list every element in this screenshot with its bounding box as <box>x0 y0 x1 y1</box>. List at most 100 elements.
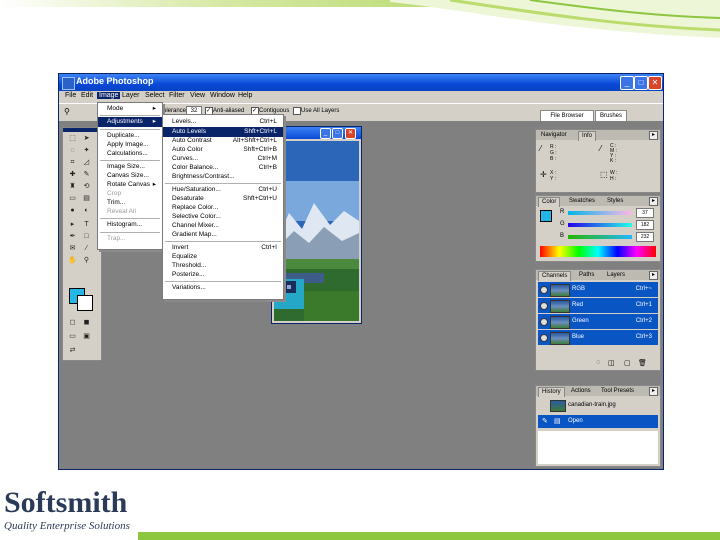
brush-tool-icon[interactable]: ✎ <box>81 170 92 180</box>
jump-to-imageready-icon[interactable]: ⇄ <box>67 346 78 356</box>
document-maximize-button[interactable]: □ <box>332 128 343 139</box>
maximize-button[interactable]: □ <box>634 76 648 90</box>
tab-paths[interactable]: Paths <box>576 271 597 280</box>
history-brush-source-icon[interactable]: ✎ <box>542 417 548 425</box>
standard-mode-icon[interactable]: ◻ <box>67 318 78 328</box>
move-tool-icon[interactable]: ➤ <box>81 134 92 144</box>
path-selection-tool-icon[interactable]: ▸ <box>67 220 78 230</box>
tab-tool-presets[interactable]: Tool Presets <box>598 387 637 396</box>
channel-row-green[interactable]: Green Ctrl+2 <box>538 314 658 329</box>
channels-panel-menu-icon[interactable]: ▸ <box>649 271 658 280</box>
menu-view[interactable]: View <box>188 92 207 99</box>
menu-item-gradient-map[interactable]: Gradient Map... <box>163 230 283 240</box>
menu-item-brightness-contrast[interactable]: Brightness/Contrast... <box>163 172 283 182</box>
eyedropper-tool-icon[interactable]: ⁄ <box>81 244 92 254</box>
tab-info[interactable]: Info <box>578 131 597 141</box>
menu-layer[interactable]: Layer <box>120 92 142 99</box>
color-panel-fg-swatch[interactable] <box>540 210 552 222</box>
channel-row-rgb[interactable]: RGB Ctrl+~ <box>538 282 658 297</box>
toolbox-title-bar[interactable] <box>63 128 101 132</box>
document-close-button[interactable]: ✕ <box>345 128 356 139</box>
notes-tool-icon[interactable]: ✉ <box>67 244 78 254</box>
history-snapshot-row[interactable]: canadian-train.jpg <box>538 399 658 412</box>
menu-window[interactable]: Window <box>208 92 237 99</box>
load-channel-icon[interactable]: ◌ <box>596 359 600 366</box>
close-button[interactable]: ✕ <box>648 76 662 90</box>
visibility-eye-icon[interactable] <box>540 302 548 310</box>
channel-thumbnail <box>550 332 570 345</box>
menu-item-calculations[interactable]: Calculations... <box>98 149 162 159</box>
tab-layers[interactable]: Layers <box>604 271 628 280</box>
visibility-eye-icon[interactable] <box>540 334 548 342</box>
color-panel-menu-icon[interactable]: ▸ <box>649 197 658 206</box>
eraser-tool-icon[interactable]: ▭ <box>67 194 78 204</box>
zoom-tool-icon[interactable]: ⚲ <box>81 256 92 266</box>
channels-panel: Channels Paths Layers ▸ RGB Ctrl+~ Red Ctr… <box>535 269 661 371</box>
magic-wand-preset-icon[interactable]: ⚲ <box>64 107 78 117</box>
tab-channels[interactable]: Channels <box>538 271 572 281</box>
standard-screen-mode-icon[interactable]: ▭ <box>67 332 78 342</box>
tab-swatches[interactable]: Swatches <box>566 197 598 206</box>
slice-tool-icon[interactable]: ◿ <box>81 158 92 168</box>
background-color-swatch[interactable] <box>77 295 93 311</box>
magic-wand-tool-icon[interactable]: ✦ <box>81 146 92 156</box>
menu-item-posterize[interactable]: Posterize... <box>163 270 283 280</box>
healing-brush-tool-icon[interactable]: ✚ <box>67 170 78 180</box>
menu-image[interactable]: Image <box>97 92 121 99</box>
history-brush-tool-icon[interactable]: ⟲ <box>81 182 92 192</box>
document-minimize-button[interactable]: _ <box>320 128 331 139</box>
menu-item-levels[interactable]: Levels... Ctrl+L <box>163 117 283 127</box>
slider-value-b[interactable]: 232 <box>636 232 654 242</box>
channel-row-red[interactable]: Red Ctrl+1 <box>538 298 658 313</box>
pen-tool-icon[interactable]: ✒ <box>67 232 78 242</box>
visibility-eye-icon[interactable] <box>540 318 548 326</box>
menu-item-mode[interactable]: Mode ▸ <box>98 104 162 114</box>
color-ramp[interactable] <box>540 246 656 257</box>
marquee-tool-icon[interactable]: ⬚ <box>67 134 78 144</box>
new-channel-icon[interactable]: ▢ <box>624 359 631 367</box>
slider-value-r[interactable]: 37 <box>636 208 654 218</box>
shape-tool-icon[interactable]: □ <box>81 232 92 242</box>
slider-track-r[interactable] <box>568 211 632 215</box>
tab-navigator[interactable]: Navigator <box>538 131 570 140</box>
slider-track-b[interactable] <box>568 235 632 239</box>
menu-filter[interactable]: Filter <box>167 92 187 99</box>
slider-track-g[interactable] <box>568 223 632 227</box>
channel-row-blue[interactable]: Blue Ctrl+3 <box>538 330 658 345</box>
menu-file[interactable]: File <box>63 92 78 99</box>
quick-mask-mode-icon[interactable]: ◼ <box>81 318 92 328</box>
slider-value-g[interactable]: 182 <box>636 220 654 230</box>
adjustments-submenu: Levels... Ctrl+L Auto Levels Shft+Ctrl+L A… <box>162 114 284 300</box>
menu-select[interactable]: Select <box>143 92 166 99</box>
blur-tool-icon[interactable]: ● <box>67 206 78 216</box>
menu-item-trap: Trap... <box>107 235 126 242</box>
hand-tool-icon[interactable]: ✋ <box>67 256 78 266</box>
minimize-button[interactable]: _ <box>620 76 634 90</box>
history-panel-menu-icon[interactable]: ▸ <box>649 387 658 396</box>
visibility-eye-icon[interactable] <box>540 286 548 294</box>
tab-color[interactable]: Color <box>538 197 561 207</box>
panel-menu-icon[interactable]: ▸ <box>649 131 658 140</box>
crop-tool-icon[interactable]: ⌗ <box>67 158 78 168</box>
tab-actions[interactable]: Actions <box>568 387 594 396</box>
tab-history[interactable]: History <box>538 387 565 397</box>
delete-channel-icon[interactable]: 🗑 <box>638 359 647 367</box>
full-screen-mode-icon[interactable]: ▣ <box>81 332 92 342</box>
save-selection-icon[interactable]: ◫ <box>608 359 615 367</box>
clone-stamp-tool-icon[interactable]: ♜ <box>67 182 78 192</box>
menu-item-adjustments[interactable]: Adjustments ▸ <box>98 117 162 127</box>
menu-item-histogram[interactable]: Histogram... <box>98 220 162 230</box>
use-all-layers-checkbox[interactable] <box>293 107 301 115</box>
dodge-tool-icon[interactable]: ◐ <box>81 206 92 216</box>
tab-styles[interactable]: Styles <box>604 197 626 206</box>
train-landscape-image[interactable] <box>274 141 359 321</box>
menu-edit[interactable]: Edit <box>79 92 95 99</box>
menu-item-variations[interactable]: Variations... <box>163 283 283 293</box>
type-tool-icon[interactable]: T <box>81 220 92 230</box>
menu-help[interactable]: Help <box>236 92 254 99</box>
history-state-row[interactable]: ✎ ▤ Open <box>538 415 658 428</box>
document-title-bar[interactable]: _ □ ✕ <box>272 127 361 139</box>
gradient-tool-icon[interactable]: ▤ <box>81 194 92 204</box>
photoshop-window: Adobe Photoshop _ □ ✕ File Edit Image La… <box>58 73 664 470</box>
lasso-tool-icon[interactable]: ◌ <box>67 146 78 156</box>
